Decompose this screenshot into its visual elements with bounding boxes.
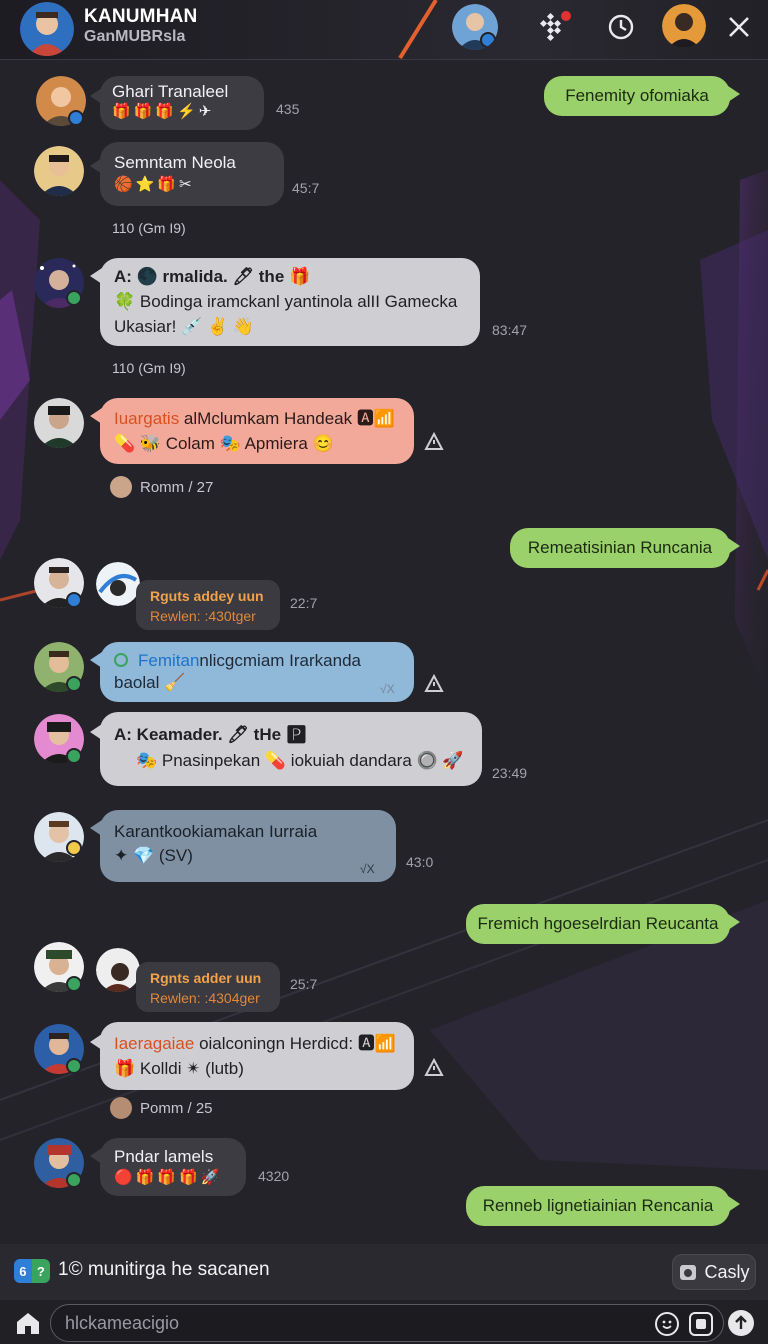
message-bubble[interactable]: Femitannlicgcmiam Irarkanda baolal 🧹 — [100, 642, 414, 702]
outgoing-message[interactable]: Remeatisinian Runcania — [510, 528, 730, 568]
verified-badge-icon — [66, 1172, 82, 1188]
message-line: ✦ 💎 (SV) — [114, 846, 193, 865]
message-bubble[interactable]: Iuargatis alMclumkam Handeak 🅰📶 💊 🐝 Cola… — [100, 398, 414, 464]
chip-right-text: ? — [36, 1263, 45, 1279]
timestamp: 25:7 — [290, 976, 318, 992]
message-line: baolal 🧹 — [114, 673, 186, 692]
reply-subtitle: Rewlen: :4304ger — [150, 990, 260, 1006]
message-line: oialconingn Herdicd: 🅰📶 — [194, 1034, 396, 1053]
reaction-text: Romm / 27 — [140, 478, 214, 496]
warning-icon[interactable] — [424, 1058, 444, 1078]
message-line: 💊 🐝 Colam 🎭 Apmiera 😊 — [114, 434, 334, 453]
reply-title: Rgnts adder uun — [150, 970, 262, 986]
timestamp: 45:7 — [292, 180, 320, 196]
date-divider: 110 (Gm I9) — [112, 360, 186, 376]
mention-text[interactable]: Iuargatis — [114, 409, 179, 428]
chip-left-text: 6 — [19, 1263, 27, 1279]
date-divider: 110 (Gm I9) — [112, 220, 186, 236]
reply-preview[interactable]: Rguts addey uun Rewlen: :430tger — [136, 580, 280, 630]
casly-button[interactable]: Casly — [672, 1254, 756, 1290]
reaction-row[interactable]: Romm / 27 — [110, 476, 213, 498]
message-line: 🎭 Pnasinpekan 💊 iokuiah dandara 🔘 🚀 — [136, 751, 464, 770]
message-bubble[interactable]: A: Keamader. 🖊 tHe 🅿 🎭 Pnasinpekan 💊 iok… — [100, 712, 482, 786]
verified-badge-icon — [66, 676, 82, 692]
sender-name: Semntam Neola — [114, 153, 236, 172]
reply-title: Rguts addey uun — [150, 588, 264, 604]
verified-badge-icon — [68, 110, 84, 126]
outgoing-message[interactable]: Fenemity ofomiaka — [544, 76, 730, 116]
timestamp: 43:0 — [406, 854, 434, 870]
sticker-icon[interactable] — [689, 1312, 713, 1336]
home-icon[interactable] — [14, 1310, 42, 1336]
read-status: √X — [380, 682, 395, 696]
outgoing-message[interactable]: Fremich hgoeselrdian Reucanta — [466, 904, 730, 944]
message-input[interactable]: hlckameacigio — [50, 1304, 724, 1342]
mention-text[interactable]: Iaeragaiae — [114, 1034, 194, 1053]
casly-label: Casly — [704, 1261, 750, 1282]
reply-subtitle: Rewlen: :430tger — [150, 608, 256, 624]
group-avatar[interactable] — [20, 2, 74, 56]
message-line: 🎁 Kolldi ✴ (lutb) — [114, 1059, 244, 1078]
verified-badge-icon — [66, 592, 82, 608]
message-bubble[interactable]: Iaeragaiae oialconingn Herdicd: 🅰📶 🎁 Kol… — [100, 1022, 414, 1090]
timestamp: 4320 — [258, 1168, 290, 1184]
send-icon[interactable] — [728, 1310, 754, 1336]
message-line: 🍀 Bodinga iramckanl yantinola alII Gamec… — [114, 292, 458, 311]
member-avatar[interactable] — [452, 4, 498, 50]
chat-title: KANUMHAN — [84, 6, 198, 27]
message-bubble[interactable]: A: 🌑 rmalida. 🖊 the 🎁 🍀 Bodinga iramckan… — [100, 258, 480, 346]
chat-header: KANUMHAN GanMUBRsla — [0, 0, 768, 60]
mention-text[interactable]: Femitan — [138, 651, 199, 670]
verified-badge-icon — [66, 976, 82, 992]
sender-avatar[interactable] — [34, 146, 84, 196]
warning-icon[interactable] — [424, 674, 444, 694]
timestamp: 23:49 — [492, 765, 528, 781]
read-status: √X — [360, 862, 375, 876]
timestamp: 22:7 — [290, 595, 318, 611]
timestamp: 435 — [276, 101, 300, 117]
emoji-icon[interactable] — [655, 1312, 679, 1336]
verified-badge-icon — [66, 1058, 82, 1074]
emoji-row: 🏀⭐🎁✂ — [114, 176, 195, 193]
outgoing-message[interactable]: Renneb lignetiainian Rencania — [466, 1186, 730, 1226]
reply-avatar[interactable] — [96, 948, 140, 992]
message-bubble[interactable]: Ghari Tranaleel 🎁🎁🎁⚡✈ — [100, 76, 264, 130]
status-chip[interactable]: 6 ? — [14, 1259, 50, 1283]
close-icon[interactable] — [716, 4, 762, 50]
message-bubble[interactable]: Karantkookiamakan Iurraia ✦ 💎 (SV) — [100, 810, 396, 882]
reply-preview[interactable]: Rgnts adder uun Rewlen: :4304ger — [136, 962, 280, 1012]
reaction-avatar — [110, 1097, 132, 1119]
message-line: Karantkookiamakan Iurraia — [114, 822, 318, 841]
message-bubble[interactable]: Semntam Neola 🏀⭐🎁✂ — [100, 142, 284, 206]
pouch-icon — [680, 1265, 697, 1280]
profile-avatar[interactable] — [662, 4, 706, 48]
grid-icon[interactable] — [532, 4, 578, 50]
emoji-row: 🔴🎁🎁🎁🚀 — [114, 1169, 223, 1186]
history-clock-icon[interactable] — [598, 4, 644, 50]
warning-icon[interactable] — [424, 432, 444, 452]
timestamp: 83:47 — [492, 322, 528, 338]
input-placeholder: hlckameacigio — [65, 1313, 180, 1333]
chat-subtitle: GanMUBRsla — [84, 28, 186, 45]
reaction-text: Pomm / 25 — [140, 1099, 213, 1117]
verified-badge-icon — [66, 840, 82, 856]
message-line: alMclumkam Handeak 🅰📶 — [179, 409, 395, 428]
sender-name: Pndar lamels — [114, 1147, 214, 1166]
typing-indicator: 1© munitirga he sacanen — [58, 1259, 270, 1280]
reaction-avatar — [110, 476, 132, 498]
emoji-row: 🎁🎁🎁⚡✈ — [112, 103, 215, 120]
message-line: Ukasiar! 💉 ✌ 👋 — [114, 317, 255, 336]
verified-badge-icon — [66, 290, 82, 306]
reply-avatar[interactable] — [96, 562, 140, 606]
message-line: A: Keamader. 🖊 tHe 🅿 — [114, 725, 308, 744]
header-stripe — [398, 0, 438, 60]
message-line: A: 🌑 rmalida. 🖊 the 🎁 — [114, 267, 311, 286]
message-bubble[interactable]: Pndar lamels 🔴🎁🎁🎁🚀 — [100, 1138, 246, 1196]
message-line: nlicgcmiam Irarkanda — [199, 651, 361, 670]
reaction-row[interactable]: Pomm / 25 — [110, 1097, 213, 1119]
verified-badge-icon — [66, 748, 82, 764]
sender-name: Ghari Tranaleel — [112, 82, 229, 101]
sender-avatar[interactable] — [34, 398, 84, 448]
chat-app: KANUMHAN GanMUBRsla Ghari Tranaleel 🎁🎁🎁⚡… — [0, 0, 768, 1344]
